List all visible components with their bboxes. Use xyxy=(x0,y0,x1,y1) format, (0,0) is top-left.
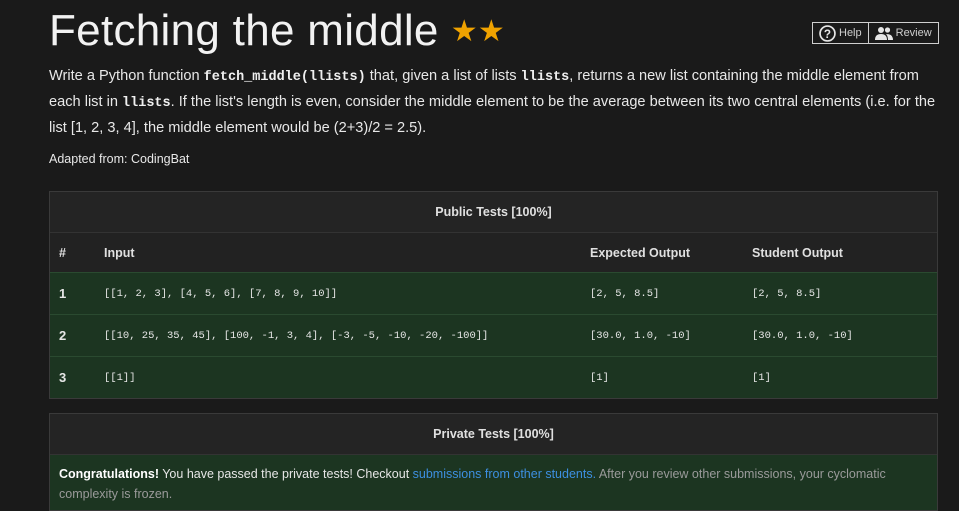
function-signature: fetch_middle(llists) xyxy=(203,70,366,85)
header-buttons: ? Help Review xyxy=(812,22,939,44)
row-student: [30.0, 1.0, -10] xyxy=(752,314,937,357)
col-header-num: # xyxy=(50,233,104,273)
col-header-expected: Expected Output xyxy=(590,233,752,273)
desc-text: Write a Python function xyxy=(49,68,204,84)
arg-name: llists xyxy=(122,96,171,111)
row-student: [1] xyxy=(752,356,937,398)
passed-text: You have passed the private tests! Check… xyxy=(159,467,413,481)
col-header-student: Student Output xyxy=(752,233,937,273)
adapted-from: Adapted from: CodingBat xyxy=(49,152,190,166)
private-tests-message: Congratulations! You have passed the pri… xyxy=(50,455,937,510)
desc-text: that, given a list of lists xyxy=(365,68,521,84)
public-tests-header: Public Tests [100%] xyxy=(50,192,937,233)
private-tests-panel: Private Tests [100%] Congratulations! Yo… xyxy=(49,413,938,511)
private-tests-header: Private Tests [100%] xyxy=(50,414,937,455)
page-title: Fetching the middle ★★ xyxy=(49,6,505,56)
public-tests-table: # Input Expected Output Student Output 1… xyxy=(50,233,937,398)
row-input: [[10, 25, 35, 45], [100, -1, 3, 4], [-3,… xyxy=(104,314,590,357)
problem-description: Write a Python function fetch_middle(lli… xyxy=(49,64,941,140)
row-student: [2, 5, 8.5] xyxy=(752,272,937,315)
row-num: 1 xyxy=(50,272,104,315)
users-icon xyxy=(874,27,893,40)
svg-text:?: ? xyxy=(824,27,831,40)
title-text: Fetching the middle xyxy=(49,6,439,55)
desc-text: . If the list's length is even, consider… xyxy=(49,94,936,136)
review-button[interactable]: Review xyxy=(868,22,939,44)
review-label: Review xyxy=(895,27,932,39)
congrats-text: Congratulations! xyxy=(59,467,159,481)
row-num: 3 xyxy=(50,356,104,398)
table-row: 2 [[10, 25, 35, 45], [100, -1, 3, 4], [-… xyxy=(50,314,937,357)
row-expected: [2, 5, 8.5] xyxy=(590,272,752,315)
table-row: 3 [[1]] [1] [1] xyxy=(50,356,937,398)
help-label: Help xyxy=(839,27,862,39)
row-input: [[1, 2, 3], [4, 5, 6], [7, 8, 9, 10]] xyxy=(104,272,590,315)
row-expected: [30.0, 1.0, -10] xyxy=(590,314,752,357)
col-header-input: Input xyxy=(104,233,590,273)
row-num: 2 xyxy=(50,314,104,357)
row-input: [[1]] xyxy=(104,356,590,398)
difficulty-stars: ★★ xyxy=(450,15,506,48)
other-submissions-link[interactable]: submissions from other students. xyxy=(413,467,596,481)
row-expected: [1] xyxy=(590,356,752,398)
table-row: 1 [[1, 2, 3], [4, 5, 6], [7, 8, 9, 10]] … xyxy=(50,272,937,315)
public-tests-panel: Public Tests [100%] # Input Expected Out… xyxy=(49,191,938,399)
question-circle-icon: ? xyxy=(819,24,836,42)
arg-name: llists xyxy=(520,70,570,85)
help-button[interactable]: ? Help xyxy=(812,22,869,44)
